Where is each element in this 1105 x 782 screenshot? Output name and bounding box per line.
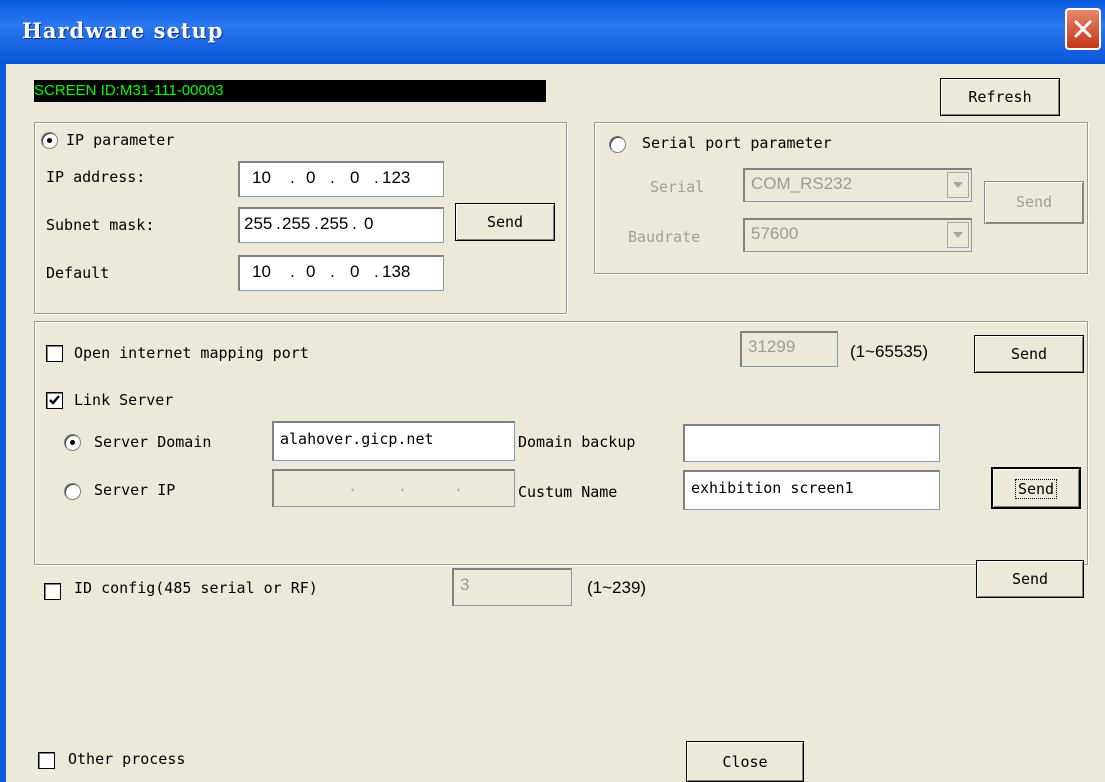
mapping-port-label: Open internet mapping port <box>74 344 309 362</box>
server-domain-radio[interactable] <box>64 434 81 451</box>
baudrate-select[interactable]: 57600 <box>743 218 972 252</box>
ip-address-field[interactable]: 10 . 0 . 0 . 123 <box>238 161 444 197</box>
checkmark-icon <box>49 395 60 405</box>
link-server-checkbox[interactable] <box>46 392 63 409</box>
id-config-range: (1~239) <box>587 578 647 597</box>
mapping-port-range: (1~65535) <box>850 342 928 361</box>
chevron-down-icon <box>953 232 963 238</box>
id-config-label: ID config(485 serial or RF) <box>74 579 318 597</box>
other-process-checkbox[interactable] <box>38 752 55 769</box>
serial-parameter-label: Serial port parameter <box>642 134 832 152</box>
custom-name-field[interactable]: exhibition screen1 <box>683 470 940 510</box>
window-frame <box>0 64 6 782</box>
server-domain-field[interactable]: alahover.gicp.net <box>272 421 515 461</box>
baudrate-label: Baudrate <box>628 228 701 246</box>
chevron-down-icon <box>953 182 963 188</box>
ip-address-label: IP address: <box>46 168 146 186</box>
screen-id-text: SCREEN ID:M31-111-00003 <box>34 82 224 99</box>
serial-select[interactable]: COM_RS232 <box>743 168 972 202</box>
server-ip-field[interactable]: . . . <box>272 469 515 507</box>
serial-label: Serial <box>650 178 705 196</box>
domain-backup-label: Domain backup <box>518 433 636 451</box>
domain-backup-field[interactable] <box>683 424 940 462</box>
server-ip-radio[interactable] <box>64 483 81 500</box>
serial-send-button[interactable]: Send <box>984 181 1084 224</box>
id-config-field[interactable]: 3 <box>452 568 572 606</box>
window-title: Hardware setup <box>22 18 224 43</box>
id-config-checkbox[interactable] <box>44 583 61 600</box>
baudrate-dropdown-arrow[interactable] <box>947 222 969 248</box>
server-ip-label: Server IP <box>94 481 176 499</box>
subnet-mask-field[interactable]: 255 . 255 . 255 . 0 <box>238 207 444 243</box>
serial-parameter-radio[interactable] <box>609 136 626 153</box>
refresh-button[interactable]: Refresh <box>940 78 1060 116</box>
ip-parameter-label: IP parameter <box>66 131 175 149</box>
server-domain-label: Server Domain <box>94 433 212 451</box>
ip-parameter-radio[interactable] <box>41 132 58 149</box>
server-send-button[interactable]: Send <box>991 467 1081 509</box>
close-button[interactable]: Close <box>686 741 804 782</box>
hardware-setup-dialog: Hardware setup SCREEN ID:M31-111-00003 R… <box>0 0 1105 782</box>
close-window-button[interactable] <box>1065 8 1101 50</box>
link-server-label: Link Server <box>74 391 174 409</box>
mapping-send-button[interactable]: Send <box>974 335 1084 373</box>
other-process-label: Other process <box>68 750 186 768</box>
default-gateway-field[interactable]: 10 . 0 . 0 . 138 <box>238 255 444 291</box>
custom-name-label: Custum Name <box>518 483 618 501</box>
subnet-mask-label: Subnet mask: <box>46 216 155 234</box>
default-gateway-label: Default <box>46 264 110 282</box>
screen-id-display: SCREEN ID:M31-111-00003 <box>34 80 546 102</box>
mapping-port-checkbox[interactable] <box>46 345 63 362</box>
serial-dropdown-arrow[interactable] <box>947 172 969 198</box>
id-send-button[interactable]: Send <box>976 560 1084 598</box>
mapping-port-field[interactable]: 31299 <box>740 331 838 367</box>
ip-send-button[interactable]: Send <box>455 203 555 241</box>
close-icon <box>1074 20 1092 38</box>
title-bar[interactable]: Hardware setup <box>0 0 1105 64</box>
